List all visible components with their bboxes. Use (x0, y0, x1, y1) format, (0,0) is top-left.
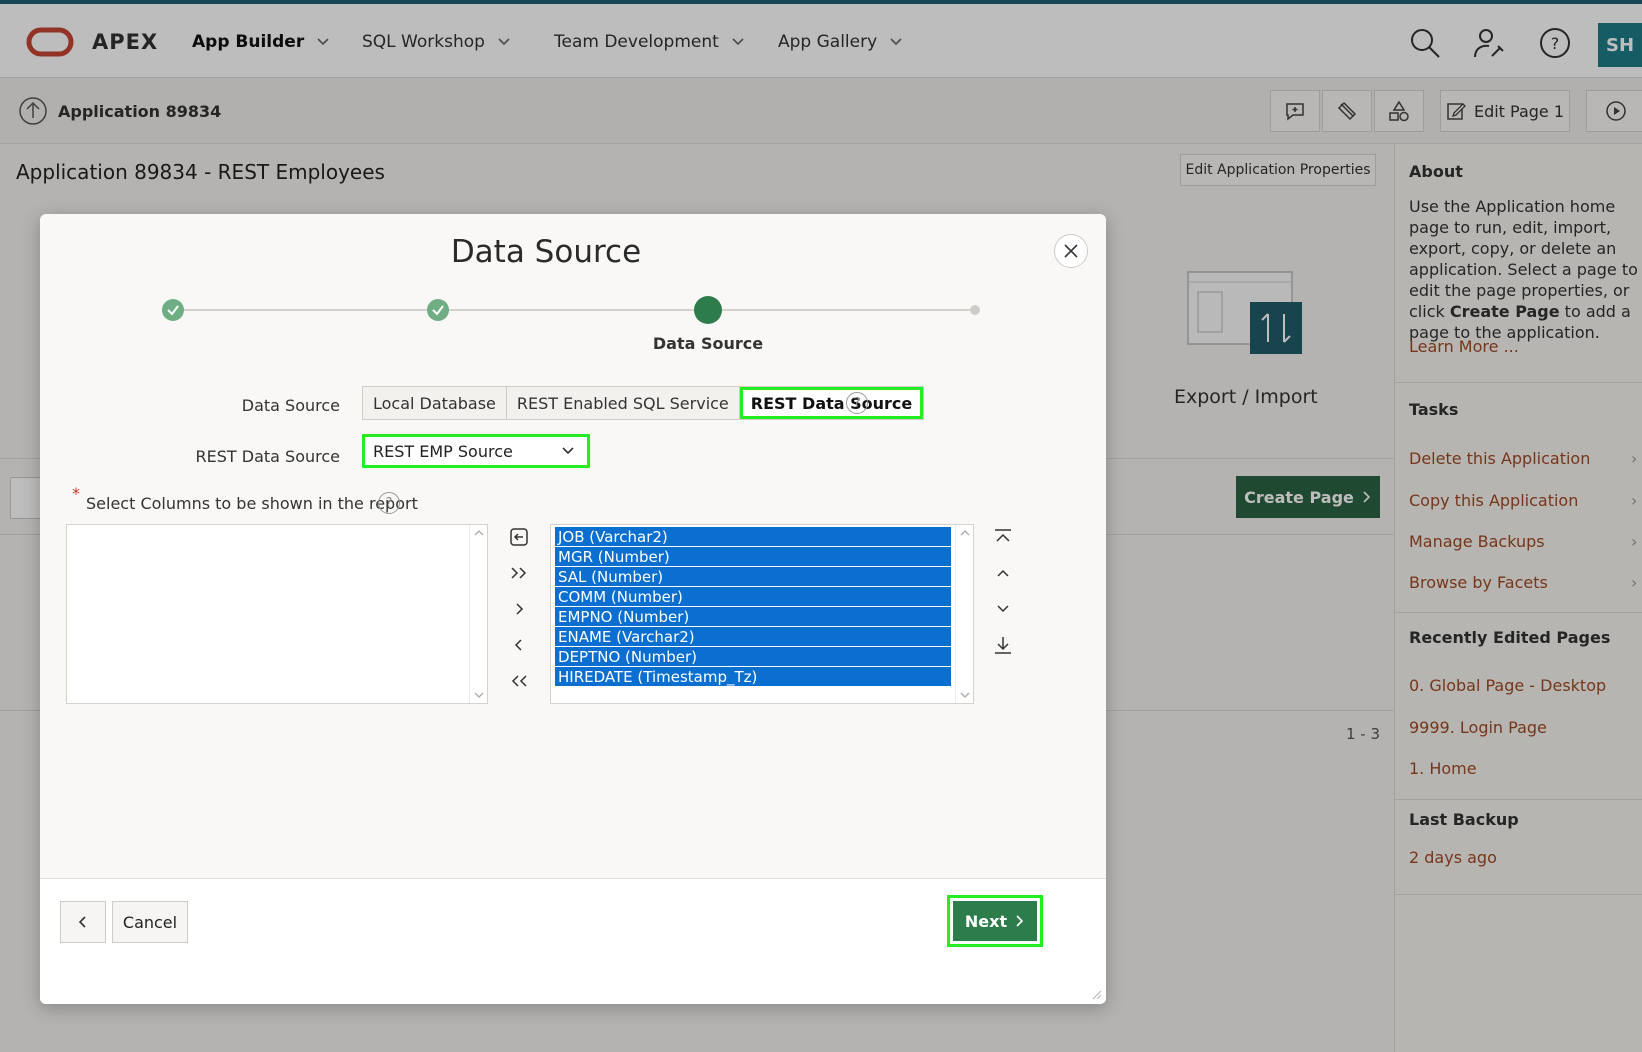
resize-handle-icon[interactable] (1090, 988, 1102, 1000)
move-button[interactable] (506, 596, 532, 622)
step-complete (427, 299, 449, 321)
check-icon (432, 305, 444, 316)
move-top-button[interactable] (990, 524, 1016, 550)
rest-source-select[interactable]: REST EMP Source (362, 434, 590, 468)
data-source-selector: Local Database REST Enabled SQL Service … (362, 386, 925, 420)
selected-column-option[interactable]: ENAME (Varchar2) (555, 627, 951, 647)
move-all-icon (511, 567, 527, 579)
move-bottom-icon (995, 637, 1011, 654)
selected-column-option[interactable]: MGR (Number) (555, 547, 951, 567)
progress-track-pending (722, 309, 974, 311)
previous-button[interactable] (60, 901, 106, 943)
step-pending (970, 305, 980, 315)
reset-button[interactable] (506, 524, 532, 550)
next-label: Next (964, 911, 1008, 931)
columns-label: Select Columns to be shown in the report (86, 494, 418, 513)
remove-all-button[interactable] (506, 668, 532, 694)
rest-source-label: REST Data Source (195, 447, 340, 466)
selected-columns-options: JOB (Varchar2) MGR (Number) SAL (Number) CO… (551, 527, 955, 687)
selected-column-option[interactable]: EMPNO (Number) (555, 607, 951, 627)
required-marker: * (72, 484, 80, 503)
chevron-down-icon (562, 447, 574, 455)
step-complete (162, 299, 184, 321)
scroll-down-icon (474, 692, 484, 698)
next-button[interactable]: Next (953, 901, 1037, 941)
dialog-title: Data Source (450, 234, 642, 270)
available-columns-list[interactable] (66, 524, 488, 704)
selected-column-option[interactable]: SAL (Number) (555, 567, 951, 587)
scroll-down-icon (960, 692, 970, 698)
move-up-icon (997, 569, 1009, 577)
selected-column-option[interactable]: HIREDATE (Timestamp_Tz) (555, 667, 951, 687)
option-rest-enabled-sql[interactable]: REST Enabled SQL Service (506, 387, 740, 419)
move-down-icon (997, 605, 1009, 613)
close-icon (1064, 244, 1078, 258)
data-source-dialog: Data Source Data Source Data Source Loca… (40, 214, 1106, 1004)
check-icon (167, 305, 179, 316)
remove-icon (514, 639, 522, 651)
selected-column-option[interactable]: DEPTNO (Number) (555, 647, 951, 667)
reset-icon (510, 528, 528, 546)
move-bottom-button[interactable] (990, 632, 1016, 658)
scroll-up-icon (960, 530, 970, 536)
rest-source-value: REST EMP Source (373, 441, 513, 461)
help-icon[interactable]: ? (846, 392, 868, 414)
move-up-button[interactable] (990, 560, 1016, 586)
move-top-icon (995, 529, 1011, 542)
option-rest-data-source[interactable]: REST Data Source (739, 387, 924, 419)
cancel-button[interactable]: Cancel (112, 901, 188, 943)
move-icon (516, 603, 524, 615)
chevron-right-icon (1016, 915, 1024, 927)
selected-column-option[interactable]: COMM (Number) (555, 587, 951, 607)
scrollbar[interactable] (955, 525, 973, 703)
option-local-database[interactable]: Local Database (363, 387, 507, 419)
close-button[interactable] (1054, 234, 1088, 268)
next-button-highlight: Next (947, 895, 1043, 947)
scrollbar[interactable] (469, 525, 487, 703)
step-current (694, 296, 722, 324)
help-icon[interactable]: ? (378, 492, 400, 514)
scroll-up-icon (474, 530, 484, 536)
selected-column-option[interactable]: JOB (Varchar2) (555, 527, 951, 547)
move-down-button[interactable] (990, 596, 1016, 622)
chevron-left-icon (78, 916, 86, 928)
selected-columns-list[interactable]: JOB (Varchar2) MGR (Number) SAL (Number) CO… (550, 524, 974, 704)
current-step-label: Data Source (652, 334, 764, 353)
data-source-label: Data Source (241, 396, 340, 415)
move-all-button[interactable] (506, 560, 532, 586)
dialog-footer: Cancel Next (40, 878, 1106, 1004)
remove-all-icon (511, 675, 527, 687)
remove-button[interactable] (506, 632, 532, 658)
